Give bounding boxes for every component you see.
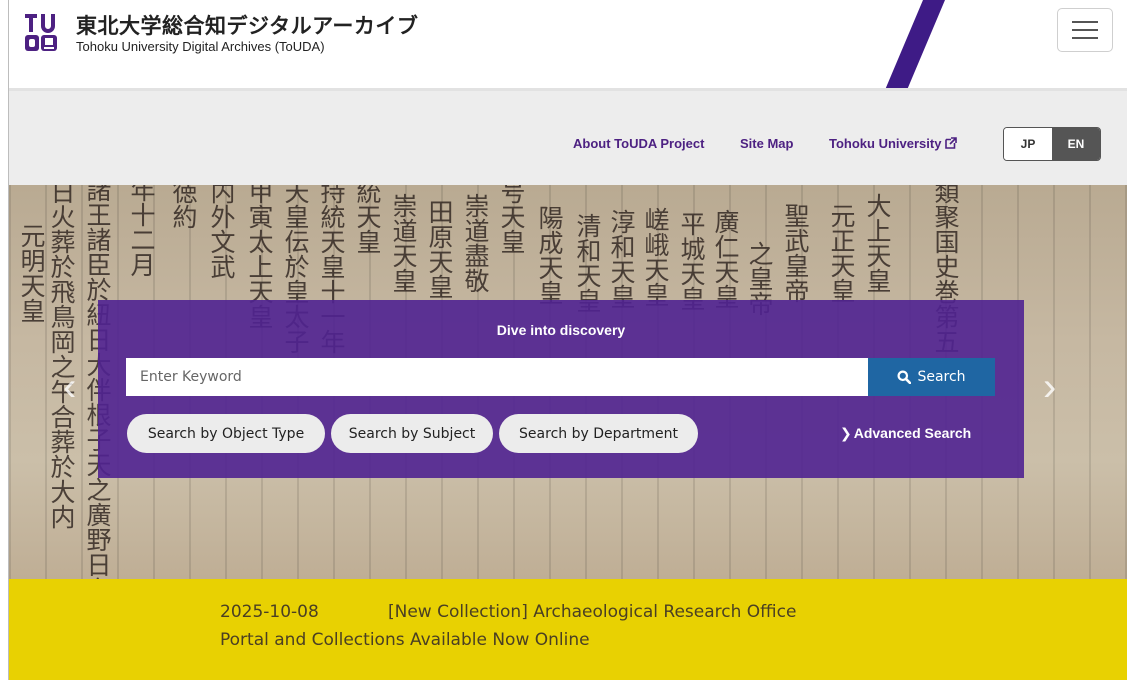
search-panel: Dive into discovery Search Search by Obj… [98, 300, 1024, 478]
chevron-left-icon[interactable]: ‹ [63, 365, 76, 410]
calligraphy-column: 嵯峨天皇 [641, 207, 670, 307]
chevron-right-icon: ❯ [840, 425, 852, 441]
news-banner[interactable]: 2025-10-08 [New Collection] Archaeologica… [9, 579, 1127, 680]
news-headline-line2[interactable]: Portal and Collections Available Now Onl… [220, 626, 796, 654]
lang-en-button[interactable]: EN [1052, 128, 1100, 160]
nav-link-tohoku-label: Tohoku University [829, 136, 942, 151]
site-header: 東北大学総合知デジタルアーカイブ Tohoku University Digit… [9, 0, 1127, 88]
calligraphy-column: 崇道天皇 [389, 193, 418, 293]
calligraphy-column: 号天皇 [497, 185, 526, 254]
site-title-en[interactable]: Tohoku University Digital Archives (ToUD… [76, 39, 325, 54]
chevron-right-icon[interactable]: › [1043, 365, 1056, 410]
search-icon [897, 370, 912, 384]
search-by-object-type-button[interactable]: Search by Object Type [127, 414, 325, 453]
nav-link-site-map[interactable]: Site Map [740, 136, 793, 151]
search-by-department-button[interactable]: Search by Department [499, 414, 698, 453]
calligraphy-column: 淳和天皇 [607, 209, 636, 309]
calligraphy-column: 陽成天皇 [535, 205, 564, 305]
calligraphy-column: 徳約 [169, 185, 198, 229]
nav-link-tohoku-university[interactable]: Tohoku University [829, 136, 958, 151]
calligraphy-column: 内外文武 [207, 185, 236, 279]
news-headline-line1[interactable]: [New Collection] Archaeological Research… [388, 602, 796, 622]
nav-link-about[interactable]: About ToUDA Project [573, 136, 704, 151]
calligraphy-column: 年十二月 [127, 185, 156, 277]
lang-jp-button[interactable]: JP [1004, 128, 1052, 160]
calligraphy-column: 元明天皇 [17, 223, 46, 323]
calligraphy-column: 清和天皇 [573, 213, 602, 313]
search-button[interactable]: Search [868, 358, 995, 396]
calligraphy-column: 田原天皇 [425, 199, 454, 299]
search-heading: Dive into discovery [496, 322, 626, 338]
language-switcher: JP EN [1003, 127, 1101, 161]
site-title-jp[interactable]: 東北大学総合知デジタルアーカイブ [76, 10, 418, 40]
calligraphy-column: 崇道盡敬 [461, 193, 490, 293]
search-input[interactable] [126, 358, 868, 396]
calligraphy-column: 日火葬於飛鳥岡之午合葬於大内 [47, 185, 76, 529]
calligraphy-column: 平城天皇 [677, 211, 706, 311]
calligraphy-column: 大上天皇 [863, 193, 892, 293]
touda-logo-icon[interactable] [24, 13, 70, 53]
external-link-icon [945, 137, 958, 149]
news-date: 2025-10-08 [220, 602, 319, 622]
calligraphy-column: 元正天皇 [827, 203, 856, 303]
advanced-search-label: Advanced Search [853, 425, 972, 441]
decorative-slash [885, 0, 945, 88]
calligraphy-column: 廣仁天皇 [711, 209, 740, 309]
hero-carousel: 元明天皇 日火葬於飛鳥岡之午合葬於大内 諸王諸臣於紐日大伴根子天之廣野日女 年十… [9, 185, 1127, 579]
utility-nav-bar: About ToUDA Project Site Map Tohoku Univ… [9, 88, 1127, 185]
calligraphy-column: 統天皇 [353, 185, 382, 254]
window-left-edge [0, 0, 9, 680]
hamburger-menu-icon[interactable] [1057, 8, 1113, 52]
calligraphy-column: 聖武皇帝 [781, 203, 810, 303]
advanced-search-link[interactable]: ❯ Advanced Search [840, 425, 971, 442]
search-button-label: Search [917, 369, 966, 385]
search-by-subject-button[interactable]: Search by Subject [331, 414, 493, 453]
